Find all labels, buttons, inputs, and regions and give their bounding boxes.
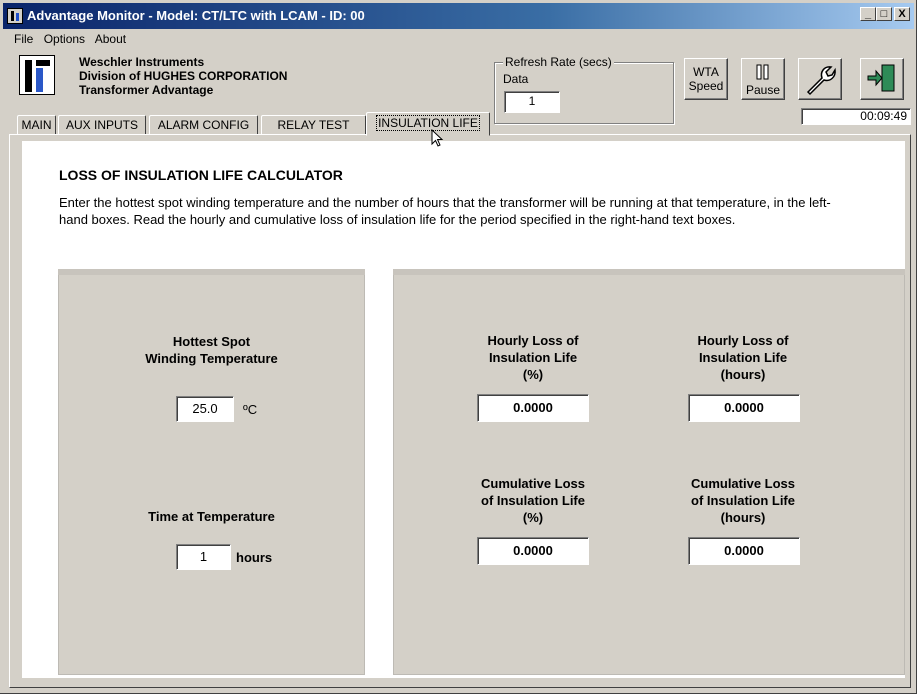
company-division: Division of HUGHES CORPORATION [79, 69, 288, 83]
close-button[interactable]: X [894, 7, 910, 21]
hourly-loss-pct-label-line1: Hourly Loss of [487, 333, 579, 348]
hourly-loss-hours-label-line3: (hours) [720, 367, 766, 382]
time-at-temperature-label: Time at Temperature [148, 509, 275, 524]
cumulative-loss-pct-label-line3: (%) [522, 510, 544, 525]
tab-aux-inputs[interactable]: AUX INPUTS [58, 115, 146, 135]
hottest-spot-label-line2: Winding Temperature [145, 351, 278, 366]
hourly-loss-pct-label-line2: Insulation Life [488, 350, 578, 365]
window-title: Advantage Monitor - Model: CT/LTC with L… [27, 8, 365, 23]
refresh-rate-group: Refresh Rate (secs) Data 1 [494, 55, 674, 124]
menu-bar: File Options About [14, 32, 133, 48]
time-unit: hours [236, 550, 273, 565]
cumulative-loss-hours-label-line2: of Insulation Life [691, 493, 795, 508]
company-info: Weschler Instruments Division of HUGHES … [79, 55, 287, 97]
hourly-loss-hours-label-line2: Insulation Life [698, 350, 788, 365]
maximize-button[interactable]: □ [876, 7, 892, 21]
tab-insulation-life-label: INSULATION LIFE [376, 115, 480, 131]
hottest-spot-label: Hottest Spot Winding Temperature [58, 333, 365, 367]
hourly-loss-hours-label: Hourly Loss of Insulation Life (hours) [660, 332, 826, 383]
cumulative-loss-hours-label-line1: Cumulative Loss [690, 476, 796, 491]
hourly-loss-hours-output: 0.0000 [688, 394, 800, 422]
hottest-spot-label-line1: Hottest Spot [172, 334, 251, 349]
exit-button[interactable] [860, 58, 904, 100]
pause-label: Pause [745, 83, 781, 97]
calculator-instructions: Enter the hottest spot winding temperatu… [59, 195, 831, 227]
cumulative-loss-pct-label-line1: Cumulative Loss [480, 476, 586, 491]
cumulative-loss-pct-label-line2: of Insulation Life [481, 493, 585, 508]
cumulative-loss-hours-output: 0.0000 [688, 537, 800, 565]
hourly-loss-pct-output: 0.0000 [477, 394, 589, 422]
app-window: Advantage Monitor - Model: CT/LTC with L… [0, 0, 917, 694]
hourly-loss-pct-label-line3: (%) [522, 367, 544, 382]
minimize-button[interactable]: _ [860, 7, 876, 21]
data-refresh-input[interactable]: 1 [504, 91, 560, 113]
pause-icon [756, 64, 769, 80]
mouse-cursor-icon [431, 129, 444, 147]
speed-label: Speed [688, 79, 724, 93]
menu-options[interactable]: Options [44, 32, 85, 46]
menu-file[interactable]: File [14, 32, 33, 46]
hourly-loss-hours-label-line1: Hourly Loss of [697, 333, 789, 348]
time-input[interactable]: 1 [176, 544, 231, 570]
tab-alarm-config[interactable]: ALARM CONFIG [149, 115, 258, 135]
menu-about[interactable]: About [95, 32, 126, 46]
settings-button[interactable] [798, 58, 842, 100]
elapsed-time-display: 00:09:49 [801, 108, 911, 125]
cumulative-loss-pct-label: Cumulative Loss of Insulation Life (%) [450, 475, 616, 526]
cumulative-loss-hours-label: Cumulative Loss of Insulation Life (hour… [660, 475, 826, 526]
refresh-rate-legend: Refresh Rate (secs) [503, 55, 614, 69]
data-label: Data [503, 72, 529, 86]
exit-door-icon [867, 64, 895, 92]
company-logo [19, 55, 55, 95]
tab-main[interactable]: MAIN [17, 115, 56, 135]
calculator-heading: LOSS OF INSULATION LIFE CALCULATOR [59, 167, 343, 183]
temperature-input[interactable]: 25.0 [176, 396, 234, 422]
pause-button[interactable]: Pause [741, 58, 785, 100]
wrench-icon [806, 66, 836, 96]
product-name: Transformer Advantage [79, 83, 214, 97]
company-name: Weschler Instruments [79, 55, 205, 69]
wta-speed-button[interactable]: WTA Speed [684, 58, 728, 100]
app-icon[interactable] [7, 8, 23, 24]
hourly-loss-pct-label: Hourly Loss of Insulation Life (%) [450, 332, 616, 383]
tab-insulation-life[interactable]: INSULATION LIFE [366, 112, 490, 136]
wta-label: WTA [693, 65, 719, 79]
cumulative-loss-pct-output: 0.0000 [477, 537, 589, 565]
title-bar[interactable]: Advantage Monitor - Model: CT/LTC with L… [3, 3, 914, 29]
cumulative-loss-hours-label-line3: (hours) [720, 510, 766, 525]
tab-relay-test[interactable]: RELAY TEST [261, 115, 366, 135]
temperature-unit: ºC [243, 402, 258, 417]
